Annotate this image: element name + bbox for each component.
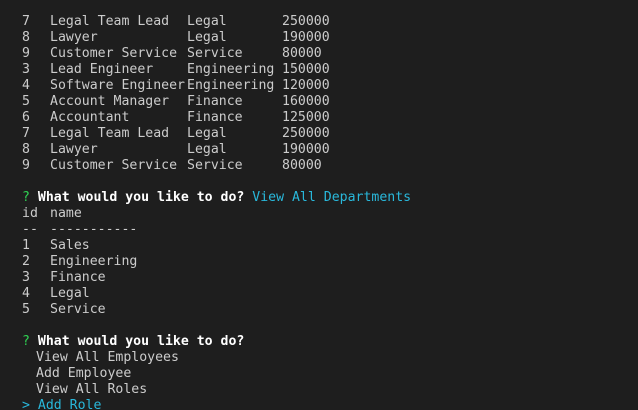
table-header: id name xyxy=(22,206,638,222)
role-id: 8 xyxy=(22,30,30,45)
table-row: 3 Finance xyxy=(22,270,638,286)
role-title: Legal Team Lead xyxy=(50,126,170,141)
role-salary: 120000 xyxy=(282,78,330,93)
role-id: 3 xyxy=(22,62,30,77)
role-department: Service xyxy=(187,158,243,173)
role-salary: 150000 xyxy=(282,62,330,77)
role-id: 5 xyxy=(22,94,30,109)
table-row: 9 Customer Service Service 80000 xyxy=(22,46,638,62)
role-salary: 190000 xyxy=(282,30,330,45)
terminal-window[interactable]: 7 Legal Team Lead Legal 250000 8 Lawyer Legal… xyxy=(0,0,638,410)
prompt-main-menu: ? What would you like to do? xyxy=(22,334,638,350)
department-id: 2 xyxy=(22,254,30,269)
department-name: Finance xyxy=(50,270,106,285)
table-row: 5 Account Manager Finance 160000 xyxy=(22,94,638,110)
table-row: 6 Accountant Finance 125000 xyxy=(22,110,638,126)
role-title: Customer Service xyxy=(50,46,178,61)
prompt-view-departments: ? What would you like to do? View All De… xyxy=(22,190,638,206)
role-department: Engineering xyxy=(187,78,275,93)
prompt-answer: View All Departments xyxy=(252,190,412,205)
table-row: 7 Legal Team Lead Legal 250000 xyxy=(22,14,638,30)
role-title: Software Engineer xyxy=(50,78,185,93)
role-department: Finance xyxy=(187,94,243,109)
menu-item-view-all-roles[interactable]: View All Roles xyxy=(22,382,638,398)
question-mark-icon: ? xyxy=(22,334,30,349)
department-id: 3 xyxy=(22,270,30,285)
role-id: 9 xyxy=(22,158,30,173)
table-row: 5 Service xyxy=(22,302,638,318)
table-row: 2 Engineering xyxy=(22,254,638,270)
role-id: 4 xyxy=(22,78,30,93)
pointer-icon: > xyxy=(22,398,30,410)
department-id: 5 xyxy=(22,302,30,317)
role-id: 9 xyxy=(22,46,30,61)
table-row: 1 Sales xyxy=(22,238,638,254)
department-name: Service xyxy=(50,302,106,317)
table-row: 7 Legal Team Lead Legal 250000 xyxy=(22,126,638,142)
departments-table: id name -- ----------- 1 Sales 2 Engineering… xyxy=(22,206,638,318)
prompt-question: What would you like to do? xyxy=(37,334,245,349)
table-separator: -- ----------- xyxy=(22,222,638,238)
menu-item-label: Add Role xyxy=(37,398,102,410)
column-header-name: name xyxy=(50,206,82,221)
department-name: Legal xyxy=(50,286,90,301)
table-row: 3 Lead Engineer Engineering 150000 xyxy=(22,62,638,78)
department-name: Engineering xyxy=(50,254,138,269)
menu-item-add-role[interactable]: > Add Role xyxy=(22,398,638,410)
role-department: Service xyxy=(187,46,243,61)
table-row: 8 Lawyer Legal 190000 xyxy=(22,30,638,46)
table-row: 8 Lawyer Legal 190000 xyxy=(22,142,638,158)
role-department: Engineering xyxy=(187,62,275,77)
role-id: 8 xyxy=(22,142,30,157)
role-salary: 160000 xyxy=(282,94,330,109)
roles-table: 7 Legal Team Lead Legal 250000 8 Lawyer Legal… xyxy=(22,14,638,174)
role-title: Lead Engineer xyxy=(50,62,154,77)
role-salary: 80000 xyxy=(282,46,322,61)
role-id: 7 xyxy=(22,14,30,29)
role-department: Legal xyxy=(187,30,227,45)
separator-name: ----------- xyxy=(50,222,138,237)
prompt-question: What would you like to do? xyxy=(37,190,245,205)
department-id: 1 xyxy=(22,238,30,253)
role-title: Lawyer xyxy=(50,30,98,45)
role-title: Lawyer xyxy=(50,142,98,157)
separator-id: -- xyxy=(22,222,38,237)
table-row: 4 Legal xyxy=(22,286,638,302)
role-title: Account Manager xyxy=(50,94,170,109)
department-name: Sales xyxy=(50,238,90,253)
role-salary: 190000 xyxy=(282,142,330,157)
role-salary: 250000 xyxy=(282,126,330,141)
role-title: Legal Team Lead xyxy=(50,14,170,29)
role-salary: 125000 xyxy=(282,110,330,125)
role-department: Legal xyxy=(187,14,227,29)
table-row: 4 Software Engineer Engineering 120000 xyxy=(22,78,638,94)
menu-item-add-employee[interactable]: Add Employee xyxy=(22,366,638,382)
column-header-id: id xyxy=(22,206,38,221)
role-salary: 80000 xyxy=(282,158,322,173)
role-department: Legal xyxy=(187,142,227,157)
role-title: Customer Service xyxy=(50,158,178,173)
role-department: Finance xyxy=(187,110,243,125)
role-department: Legal xyxy=(187,126,227,141)
menu-item-view-all-employees[interactable]: View All Employees xyxy=(22,350,638,366)
menu-choices: View All Employees Add Employee View All… xyxy=(22,350,638,410)
role-title: Accountant xyxy=(50,110,130,125)
question-mark-icon: ? xyxy=(22,190,30,205)
role-id: 6 xyxy=(22,110,30,125)
role-salary: 250000 xyxy=(282,14,330,29)
table-row: 9 Customer Service Service 80000 xyxy=(22,158,638,174)
role-id: 7 xyxy=(22,126,30,141)
department-id: 4 xyxy=(22,286,30,301)
